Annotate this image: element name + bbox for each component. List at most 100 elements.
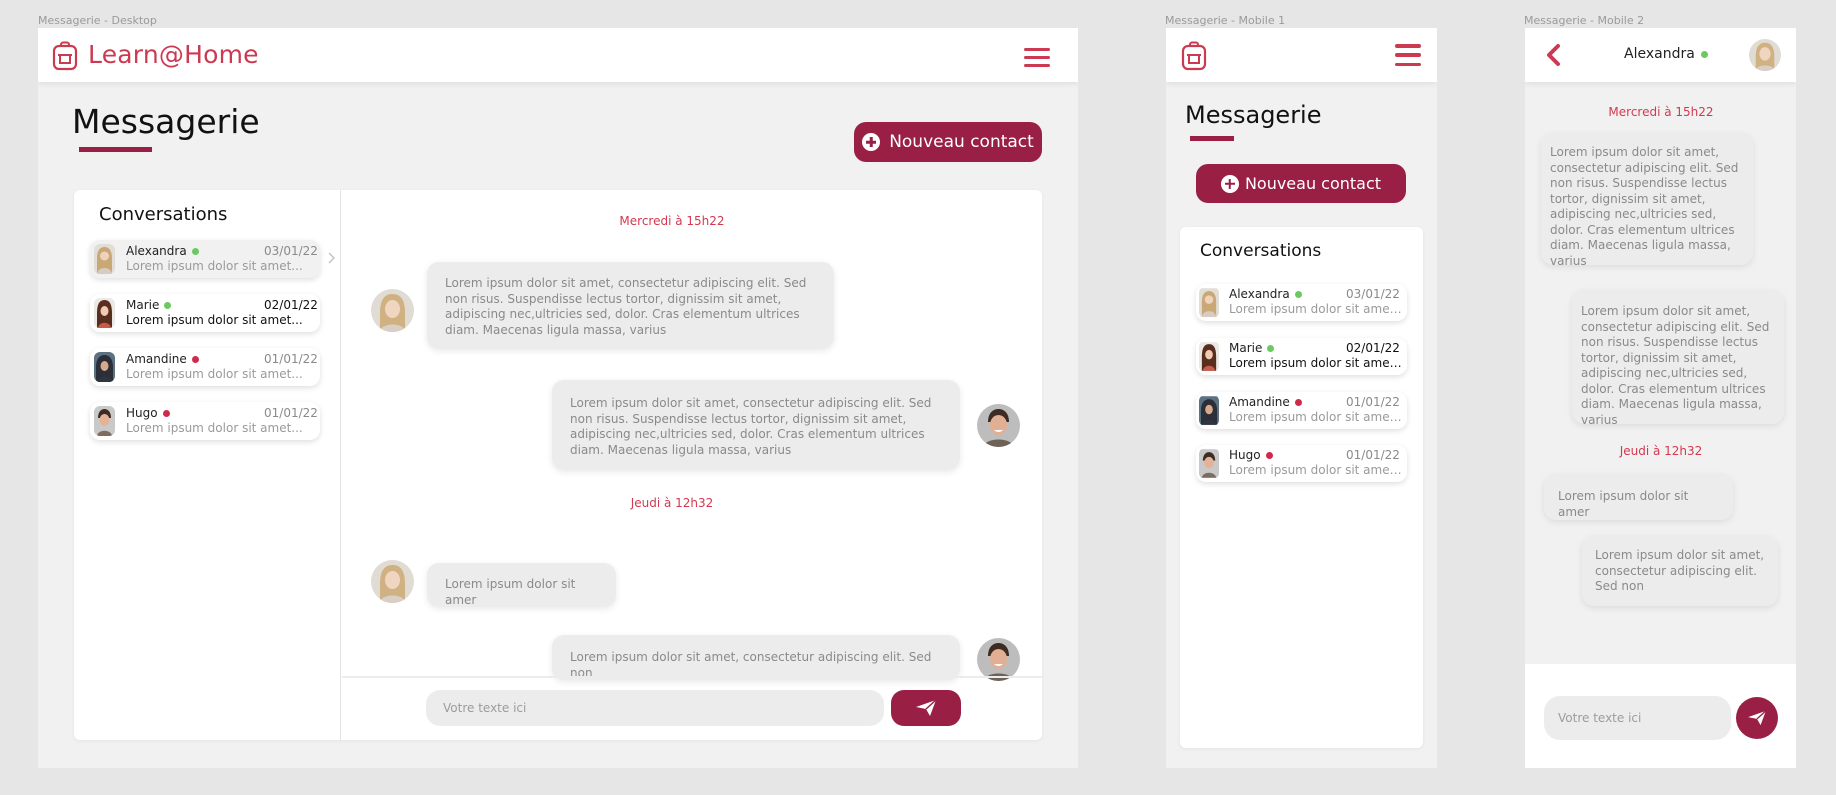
conversation-name: Alexandra <box>1229 287 1290 301</box>
message-sent: Lorem ipsum dolor sit amet, consectetur … <box>552 635 960 680</box>
send-button[interactable] <box>891 690 961 726</box>
chat-contact-name: Alexandra <box>1624 46 1695 62</box>
online-status-dot <box>1267 344 1275 352</box>
chat-timestamp: Mercredi à 15h22 <box>619 214 725 228</box>
conversations-column: Conversations Alexandra 03/01/22 Lorem i… <box>74 190 341 740</box>
frame-label-mobile-2: Messagerie - Mobile 2 <box>1524 14 1645 27</box>
chevron-right-icon[interactable] <box>327 252 335 264</box>
page-title: Messagerie <box>1185 101 1322 129</box>
avatar <box>94 244 115 274</box>
header <box>1166 28 1437 82</box>
new-contact-button[interactable]: Nouveau contact <box>854 122 1042 162</box>
avatar <box>1199 287 1219 318</box>
chat-input-bar: Votre texte ici <box>1525 664 1796 768</box>
conversation-name: Hugo <box>126 406 158 420</box>
offline-status-dot <box>1294 398 1302 406</box>
conversation-name: Alexandra <box>126 244 187 258</box>
online-status-dot <box>191 247 199 255</box>
frame-label-mobile-1: Messagerie - Mobile 1 <box>1165 14 1286 27</box>
avatar <box>1199 448 1219 479</box>
avatar <box>1199 395 1219 426</box>
online-status-dot <box>1294 290 1302 298</box>
hamburger-menu-icon[interactable] <box>1395 44 1421 66</box>
avatar <box>94 352 115 382</box>
page-title: Messagerie <box>72 102 260 141</box>
conversation-item-amandine[interactable]: Amandine 01/01/22 Lorem ipsum dolor sit … <box>90 348 320 386</box>
chat-header: Alexandra <box>1525 28 1796 82</box>
message-input[interactable]: Votre texte ici <box>426 690 884 726</box>
online-status-dot <box>1700 50 1708 58</box>
backpack-icon[interactable] <box>52 41 78 71</box>
user-avatar <box>977 404 1020 447</box>
chat-timestamp: Jeudi à 12h32 <box>630 496 714 510</box>
conversation-preview: Lorem ipsum dolor sit amet... <box>1229 463 1403 477</box>
conversation-item-alexandra[interactable]: Alexandra 03/01/22 Lorem ipsum dolor sit… <box>1196 284 1407 321</box>
conversation-date: 01/01/22 <box>264 352 318 366</box>
conversation-preview: Lorem ipsum dolor sit amet... <box>1229 410 1403 424</box>
avatar <box>1199 341 1219 372</box>
contact-avatar[interactable] <box>1749 39 1781 71</box>
mobile-2-frame: Alexandra Mercredi à 15h22 Lorem ipsum d… <box>1525 28 1796 768</box>
conversation-item-marie[interactable]: Marie 02/01/22 Lorem ipsum dolor sit ame… <box>90 294 320 332</box>
message-received: Lorem ipsum dolor sit amet, consectetur … <box>427 262 834 349</box>
message-sent: Lorem ipsum dolor sit amet, consectetur … <box>1582 536 1778 606</box>
conversations-panel: Conversations Alexandra 03/01/22 Lorem i… <box>1180 227 1423 748</box>
conversation-date: 01/01/22 <box>1346 448 1400 462</box>
conversations-title: Conversations <box>99 204 228 225</box>
message-input[interactable]: Votre texte ici <box>1544 696 1731 740</box>
conversation-date: 02/01/22 <box>264 298 318 312</box>
desktop-frame: Learn@Home Messagerie Nouveau contact Co… <box>38 28 1078 768</box>
new-contact-button[interactable]: Nouveau contact <box>1196 164 1406 203</box>
message-received: Lorem ipsum dolor sit amer <box>427 563 616 607</box>
chat-timestamp: Jeudi à 12h32 <box>1619 444 1703 458</box>
conversation-name: Marie <box>126 298 160 312</box>
conversation-item-amandine[interactable]: Amandine 01/01/22 Lorem ipsum dolor sit … <box>1196 392 1407 429</box>
conversation-item-alexandra[interactable]: Alexandra 03/01/22 Lorem ipsum dolor sit… <box>90 240 320 278</box>
contact-avatar <box>371 560 414 603</box>
conversation-preview: Lorem ipsum dolor sit amet... <box>126 259 303 273</box>
paper-plane-icon <box>916 699 937 716</box>
conversation-date: 02/01/22 <box>1346 341 1400 355</box>
conversation-preview: Lorem ipsum dolor sit amet... <box>126 421 303 435</box>
conversation-name: Amandine <box>126 352 187 366</box>
brand-name[interactable]: Learn@Home <box>88 40 259 69</box>
new-contact-label: Nouveau contact <box>1244 174 1382 193</box>
message-received: Lorem ipsum dolor sit amer <box>1544 474 1733 520</box>
online-status-dot <box>164 301 172 309</box>
chat-divider <box>342 676 1042 678</box>
conversation-name: Hugo <box>1229 448 1261 462</box>
plus-circle-icon <box>862 133 881 151</box>
conversation-item-marie[interactable]: Marie 02/01/22 Lorem ipsum dolor sit ame… <box>1196 338 1407 375</box>
avatar <box>94 406 115 436</box>
conversation-item-hugo[interactable]: Hugo 01/01/22 Lorem ipsum dolor sit amet… <box>1196 445 1407 482</box>
conversation-date: 01/01/22 <box>1346 395 1400 409</box>
header: Learn@Home <box>38 28 1078 82</box>
offline-status-dot <box>162 409 170 417</box>
hamburger-menu-icon[interactable] <box>1024 48 1050 67</box>
conversation-date: 03/01/22 <box>1346 287 1400 301</box>
chat-timestamp: Mercredi à 15h22 <box>1608 105 1714 119</box>
conversation-preview: Lorem ipsum dolor sit amet... <box>1229 302 1403 316</box>
chevron-left-icon[interactable] <box>1545 43 1561 67</box>
contact-avatar <box>371 289 414 332</box>
conversation-item-hugo[interactable]: Hugo 01/01/22 Lorem ipsum dolor sit amet… <box>90 402 320 440</box>
message-sent: Lorem ipsum dolor sit amet, consectetur … <box>552 380 960 470</box>
new-contact-label: Nouveau contact <box>889 132 1034 152</box>
send-button[interactable] <box>1736 697 1778 739</box>
offline-status-dot <box>1265 451 1273 459</box>
paper-plane-icon <box>1748 710 1767 726</box>
message-sent: Lorem ipsum dolor sit amet, consectetur … <box>1572 290 1784 427</box>
mobile-1-frame: Messagerie Nouveau contact Conversations… <box>1166 28 1437 768</box>
conversations-title: Conversations <box>1200 241 1322 261</box>
conversation-date: 03/01/22 <box>264 244 318 258</box>
title-underline <box>79 147 152 152</box>
offline-status-dot <box>191 355 199 363</box>
conversation-name: Amandine <box>1229 395 1290 409</box>
conversation-preview: Lorem ipsum dolor sit amet... <box>126 313 303 327</box>
user-avatar <box>977 638 1020 681</box>
avatar <box>94 298 115 328</box>
backpack-icon[interactable] <box>1181 41 1207 71</box>
conversation-preview: Lorem ipsum dolor sit amet... <box>1229 356 1403 370</box>
message-received: Lorem ipsum dolor sit amet, consectetur … <box>1541 133 1753 268</box>
title-underline <box>1190 136 1234 141</box>
